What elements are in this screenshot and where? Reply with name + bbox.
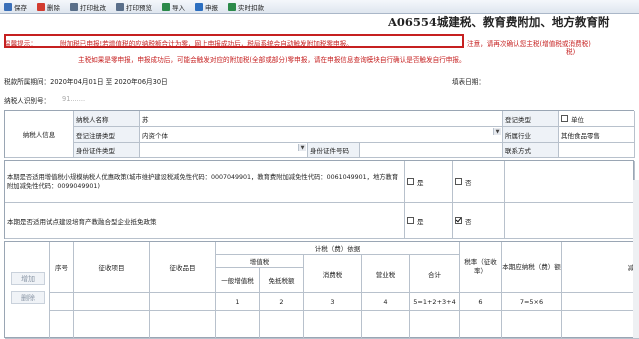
chevron-down-icon[interactable]: ▼ [493, 128, 501, 135]
idx-4: 4 [362, 293, 410, 311]
idx-8 [562, 293, 639, 311]
chevron-down-icon[interactable]: ▼ [298, 144, 306, 151]
import-icon [162, 2, 170, 11]
policy-q1-yes-checkbox[interactable] [407, 178, 414, 185]
policy-grid: 本期是否适用增值税小规模纳税人优惠政策(城市维护建设税减免性代码：0007049… [4, 160, 635, 239]
calc-grid: 增加 删除 序号 征收项目 征收品目 计税（费）依据 增值税 一般增值税 免抵税… [4, 241, 639, 339]
total-header: 合计 [410, 255, 460, 293]
data-row-vat-general[interactable] [216, 311, 260, 339]
reg-class-option[interactable]: 单位 [559, 111, 635, 127]
delete-icon [37, 2, 45, 11]
vat-general-header: 一般增值税 [216, 268, 260, 293]
id-no-label: 身份证件号码 [308, 143, 360, 158]
idx-seq [50, 293, 74, 311]
tax-period: 税款所属期间：2020年04月01日 至 2020年06月30日 [4, 78, 168, 86]
data-row-business[interactable] [362, 311, 410, 339]
data-row-rate [460, 311, 502, 339]
taxpayer-name-label: 纳税人名称 [74, 111, 140, 127]
idx-7: 7=5×6 [502, 293, 562, 311]
warning-line-1-tail-2: 税) [566, 48, 576, 56]
data-row-payable [502, 311, 562, 339]
declare-button[interactable]: 申报 [195, 1, 218, 12]
form-title: A06554城建税、教育费附加、地方教育附 [388, 15, 610, 29]
reg-type-label: 登记注册类型 [74, 127, 140, 143]
idx-1: 1 [216, 293, 260, 311]
data-row-consumption[interactable] [304, 311, 362, 339]
save-button[interactable]: 保存 [4, 1, 27, 12]
vat-exempt-header: 免抵税额 [260, 268, 304, 293]
warning-prefix: 温馨提示： [4, 40, 37, 48]
industry-label: 所属行业 [503, 127, 559, 143]
idx-2: 2 [260, 293, 304, 311]
idx-item [74, 293, 150, 311]
preview-icon [116, 2, 124, 11]
basis-header: 计税（费）依据 [216, 242, 460, 255]
toolbar: 保存 删除 打印批改 打印预览 导入 申报 实时扣款 [0, 0, 639, 14]
data-row-cut[interactable] [562, 311, 639, 339]
policy-q1-no[interactable]: 否 [453, 161, 505, 203]
col-subitem: 征收品目 [150, 242, 216, 293]
policy-q1-no-checkbox[interactable] [455, 178, 462, 185]
payment-icon [228, 2, 236, 11]
reg-class-checkbox[interactable] [561, 115, 568, 122]
payable-header: 本期应纳税（费）额 [502, 242, 562, 293]
rate-header: 税率（征收率） [460, 242, 502, 293]
contact-label: 联系方式 [503, 143, 559, 158]
reg-class-label: 登记类型 [503, 111, 559, 127]
print-icon [70, 2, 78, 11]
vat-header: 增值税 [216, 255, 304, 268]
id-type-select[interactable]: ▼ [140, 143, 308, 158]
taxpayer-id-value: 91....... [62, 95, 86, 103]
policy-q2-yes-checkbox[interactable] [407, 217, 414, 224]
policy-q2-no-checkbox[interactable] [455, 217, 462, 224]
contact-field[interactable] [559, 143, 635, 158]
policy-q2-blank [505, 203, 635, 239]
policy-q2-no[interactable]: 否 [453, 203, 505, 239]
add-row-button[interactable]: 增加 [11, 272, 45, 285]
data-row-vat-exempt[interactable] [260, 311, 304, 339]
idx-3: 3 [304, 293, 362, 311]
data-row-seq [50, 311, 74, 339]
id-no-field[interactable] [360, 143, 503, 158]
col-seq: 序号 [50, 242, 74, 293]
idx-subitem [150, 293, 216, 311]
consumption-header: 消费税 [304, 255, 362, 293]
policy-question-2: 本期是否适用试点建设培育产教融合型企业抵免政策 [5, 203, 405, 239]
cut-header: 减 [562, 242, 639, 293]
idx-5: 5=1+2+3+4 [410, 293, 460, 311]
policy-q1-blank [505, 161, 635, 203]
save-icon [4, 2, 12, 11]
import-button[interactable]: 导入 [162, 1, 185, 12]
delete-button[interactable]: 删除 [37, 1, 60, 12]
delete-row-button[interactable]: 删除 [11, 291, 45, 304]
warning-line-1: 附加税已申报!若增值税的应纳税额合计为零，网上申报成功后，税局系统会自动触发附加… [60, 40, 353, 48]
col-item: 征收项目 [74, 242, 150, 293]
data-row-total [410, 311, 460, 339]
taxpayer-section-label: 纳税人信息 [5, 111, 74, 158]
data-row-subitem[interactable] [150, 311, 216, 339]
idx-6: 6 [460, 293, 502, 311]
policy-question-1: 本期是否适用增值税小规模纳税人优惠政策(城市维护建设税减免性代码：0007049… [5, 161, 405, 203]
data-row-item[interactable] [74, 311, 150, 339]
declare-icon [195, 2, 203, 11]
fill-date-label: 填表日期： [452, 78, 485, 86]
taxpayer-id-label: 纳税人识别号： [4, 97, 51, 105]
taxpayer-info-grid: 纳税人信息 纳税人名称 苏 登记类型 单位 登记注册类型 内资个体 ▼ 所属行业 … [4, 110, 635, 158]
policy-q2-yes[interactable]: 是 [405, 203, 453, 239]
print-preview-button[interactable]: 打印预览 [116, 1, 152, 12]
realtime-payment-button[interactable]: 实时扣款 [228, 1, 264, 12]
vertical-scrollbar[interactable] [633, 180, 639, 338]
reg-type-select[interactable]: 内资个体 ▼ [140, 127, 503, 143]
policy-q1-yes[interactable]: 是 [405, 161, 453, 203]
id-type-label: 身份证件类型 [74, 143, 140, 158]
taxpayer-name-field[interactable]: 苏 [140, 111, 503, 127]
print-button[interactable]: 打印批改 [70, 1, 106, 12]
warning-line-2: 主税如果是零申报，申报成功后，可能会触发对应的附加税(全部或部分)零申报，请在申… [78, 56, 466, 64]
industry-value[interactable]: 其他食品零售 [559, 127, 635, 143]
business-header: 营业税 [362, 255, 410, 293]
